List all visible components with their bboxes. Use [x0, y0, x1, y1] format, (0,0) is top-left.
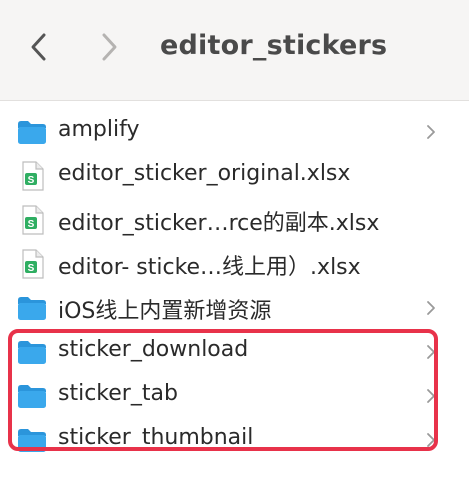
spreadsheet-icon: S [16, 204, 48, 236]
svg-text:S: S [28, 175, 35, 186]
folder-icon [16, 292, 48, 324]
chevron-left-icon [31, 33, 46, 61]
item-label: iOS线上内置新增资源 [58, 299, 272, 324]
toolbar: editor_stickers [0, 0, 469, 101]
folder-icon [16, 116, 48, 148]
window-title: editor_stickers [160, 30, 388, 61]
finder-window: editor_stickers amplify Seditor_sticker_o… [0, 0, 469, 480]
item-label: editor_sticker…rce的副本.xlsx [58, 211, 380, 236]
back-button[interactable] [24, 28, 52, 66]
svg-text:S: S [28, 263, 35, 274]
item-label: sticker_thumbnail [58, 425, 254, 450]
item-label: editor- sticke…线上用）.xlsx [58, 255, 361, 280]
folder-row[interactable]: sticker_thumbnail [0, 418, 469, 462]
spreadsheet-icon: S [16, 248, 48, 280]
folder-row[interactable]: amplify [0, 110, 469, 154]
chevron-right-icon[interactable] [424, 344, 438, 360]
folder-icon [16, 336, 48, 368]
folder-row[interactable]: sticker_download [0, 330, 469, 374]
file-row[interactable]: Seditor- sticke…线上用）.xlsx [0, 242, 469, 286]
spreadsheet-icon: S [16, 160, 48, 192]
forward-button[interactable] [96, 28, 124, 66]
file-row[interactable]: Seditor_sticker_original.xlsx [0, 154, 469, 198]
file-row[interactable]: Seditor_sticker…rce的副本.xlsx [0, 198, 469, 242]
folder-row[interactable]: iOS线上内置新增资源 [0, 286, 469, 330]
folder-row[interactable]: sticker_tab [0, 374, 469, 418]
chevron-right-icon[interactable] [424, 432, 438, 448]
chevron-right-icon [102, 33, 117, 61]
folder-icon [16, 424, 48, 456]
folder-icon [16, 380, 48, 412]
chevron-right-icon[interactable] [424, 388, 438, 404]
file-list: amplify Seditor_sticker_original.xlsx Sedi… [0, 110, 469, 462]
item-label: sticker_tab [58, 381, 178, 406]
svg-text:S: S [28, 219, 35, 230]
item-label: editor_sticker_original.xlsx [58, 161, 351, 186]
chevron-right-icon[interactable] [424, 124, 438, 140]
item-label: sticker_download [58, 337, 249, 362]
chevron-right-icon[interactable] [424, 300, 438, 316]
item-label: amplify [58, 117, 140, 142]
